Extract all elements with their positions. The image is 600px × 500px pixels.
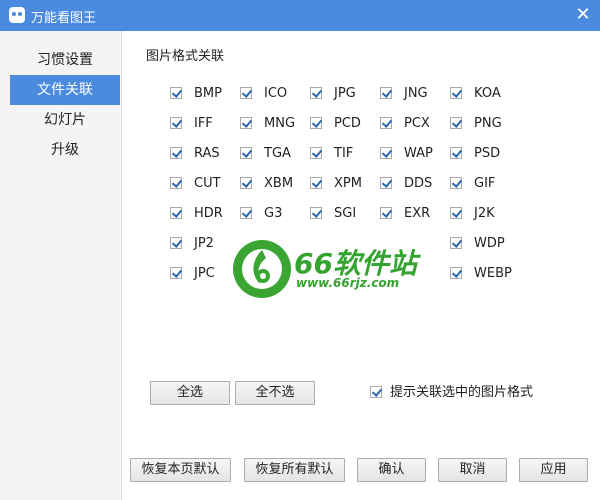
format-label: ICO — [264, 86, 288, 101]
format-label: PCD — [334, 116, 361, 131]
format-label: EXR — [404, 206, 431, 221]
hint-association-label: 提示关联选中的图片格式 — [390, 385, 534, 400]
format-label: WAP — [404, 146, 433, 161]
apply-button[interactable]: 应用 — [519, 458, 588, 482]
checkbox-checked[interactable] — [240, 147, 252, 159]
format-label: WDP — [474, 236, 505, 251]
format-label: JP2 — [194, 236, 214, 251]
checkbox-checked[interactable] — [310, 147, 322, 159]
format-label: WEBP — [474, 266, 512, 281]
checkbox-checked[interactable] — [450, 177, 462, 189]
checkbox-checked[interactable] — [240, 117, 252, 129]
format-label: HDR — [194, 206, 223, 221]
format-label: BMP — [194, 86, 222, 101]
checkbox-checked[interactable] — [450, 117, 462, 129]
section-title: 图片格式关联 — [146, 49, 225, 64]
format-label: JPG — [334, 86, 356, 101]
sidebar-item-file-association[interactable]: 文件关联 — [10, 75, 120, 105]
format-label: RAS — [194, 146, 220, 161]
sidebar: 习惯设置 文件关联 幻灯片 升级 — [0, 31, 122, 500]
format-label: CUT — [194, 176, 221, 191]
watermark-url: www.66rjz.com — [296, 276, 400, 290]
format-label: XBM — [264, 176, 294, 191]
select-all-button[interactable]: 全选 — [150, 381, 230, 405]
cancel-button[interactable]: 取消 — [438, 458, 507, 482]
format-label: G3 — [264, 206, 283, 221]
checkbox-checked[interactable] — [380, 147, 392, 159]
checkbox-checked[interactable] — [450, 237, 462, 249]
format-label: GIF — [474, 176, 496, 191]
checkbox-checked[interactable] — [310, 207, 322, 219]
window-title: 万能看图王 — [31, 11, 97, 26]
format-label: XPM — [334, 176, 362, 191]
watermark-logo-icon — [233, 240, 291, 298]
checkbox-checked[interactable] — [380, 87, 392, 99]
format-label: DDS — [404, 176, 433, 191]
checkbox-checked[interactable] — [450, 207, 462, 219]
checkbox-checked[interactable] — [310, 177, 322, 189]
checkbox-checked[interactable] — [170, 237, 182, 249]
format-label: J2K — [474, 206, 495, 221]
checkbox-checked[interactable] — [170, 87, 182, 99]
checkbox-checked[interactable] — [170, 177, 182, 189]
watermark-title: 66软件站 — [294, 247, 417, 280]
checkbox-checked[interactable] — [310, 87, 322, 99]
format-label: IFF — [194, 116, 213, 131]
checkbox-checked[interactable] — [380, 207, 392, 219]
checkbox-checked[interactable] — [450, 87, 462, 99]
format-label: PSD — [474, 146, 501, 161]
format-label: TGA — [264, 146, 291, 161]
title-bar: 万能看图王 ✕ — [0, 0, 600, 31]
format-label: PCX — [404, 116, 430, 131]
restore-page-defaults-button[interactable]: 恢复本页默认 — [130, 458, 231, 482]
format-label: PNG — [474, 116, 502, 131]
checkbox-checked[interactable] — [370, 386, 382, 398]
checkbox-checked[interactable] — [170, 117, 182, 129]
format-label: JNG — [404, 86, 428, 101]
format-label: JPC — [194, 266, 215, 281]
sidebar-item-habits[interactable]: 习惯设置 — [10, 45, 120, 75]
checkbox-checked[interactable] — [170, 207, 182, 219]
restore-all-defaults-button[interactable]: 恢复所有默认 — [244, 458, 345, 482]
checkbox-checked[interactable] — [380, 117, 392, 129]
checkbox-checked[interactable] — [310, 117, 322, 129]
format-label: TIF — [334, 146, 354, 161]
format-label: KOA — [474, 86, 501, 101]
checkbox-checked[interactable] — [170, 267, 182, 279]
format-label: SGI — [334, 206, 357, 221]
site-watermark: 66软件站 www.66rjz.com — [232, 238, 442, 300]
app-logo-icon — [9, 7, 25, 23]
checkbox-checked[interactable] — [240, 207, 252, 219]
close-icon[interactable]: ✕ — [572, 4, 594, 26]
checkbox-checked[interactable] — [380, 177, 392, 189]
checkbox-checked[interactable] — [240, 177, 252, 189]
ok-button[interactable]: 确认 — [357, 458, 426, 482]
sidebar-item-slideshow[interactable]: 幻灯片 — [10, 105, 120, 135]
checkbox-checked[interactable] — [450, 147, 462, 159]
select-none-button[interactable]: 全不选 — [235, 381, 315, 405]
format-label: MNG — [264, 116, 296, 131]
sidebar-item-upgrade[interactable]: 升级 — [10, 135, 120, 165]
checkbox-checked[interactable] — [450, 267, 462, 279]
checkbox-checked[interactable] — [170, 147, 182, 159]
checkbox-checked[interactable] — [240, 87, 252, 99]
